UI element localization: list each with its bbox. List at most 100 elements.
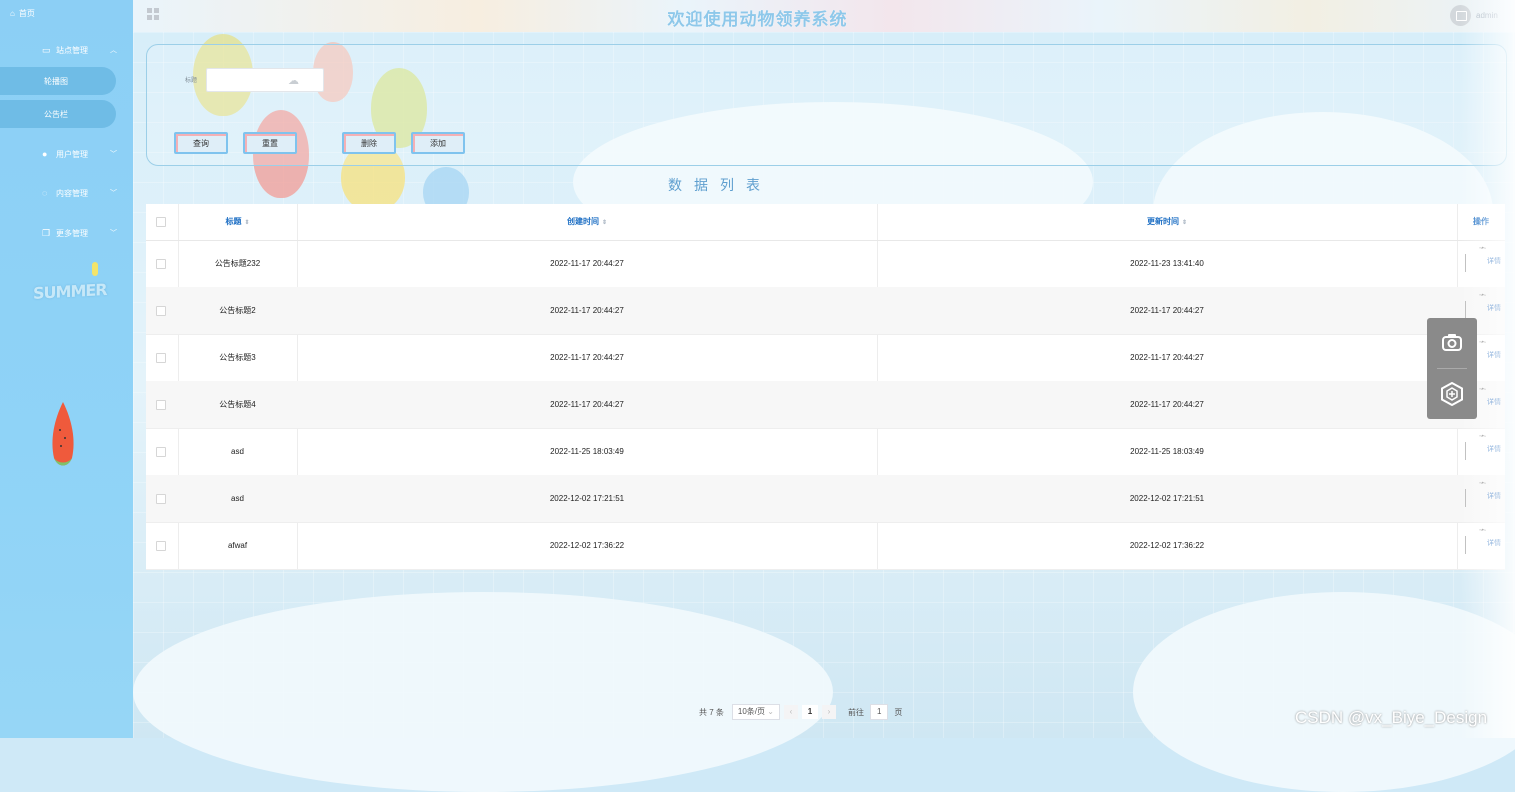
page-size-select[interactable]: 10条/页 ⌄: [731, 704, 780, 720]
row-checkbox[interactable]: [156, 447, 166, 457]
sidebar-subitem-label: 轮播图: [44, 76, 68, 86]
sidebar-item-label: 站点管理: [56, 45, 88, 55]
current-page[interactable]: 1: [801, 705, 818, 719]
cloud-decoration: [133, 592, 833, 792]
row-checkbox[interactable]: [156, 494, 166, 504]
column-label: 创建时间: [566, 217, 599, 226]
cell-updated: 2022-11-17 20:44:27: [1130, 353, 1204, 362]
sort-icon[interactable]: ⇕: [1182, 220, 1187, 226]
sidebar-item-site-management[interactable]: ▭ 站点管理 ︿: [0, 37, 133, 63]
column-label: 更新时间: [1146, 217, 1179, 226]
page-unit-label: 页: [894, 707, 903, 717]
cell-title: 公告标题4: [219, 400, 256, 409]
sidebar-subitem-carousel[interactable]: 轮播图: [0, 67, 116, 95]
sidebar-subitem-notice[interactable]: 公告栏: [0, 100, 116, 128]
sidebar-item-label: 内容管理: [56, 188, 88, 198]
chevron-down-icon: ﹀: [110, 230, 117, 237]
row-checkbox[interactable]: [156, 353, 166, 363]
cell-updated: 2022-12-02 17:36:22: [1129, 541, 1205, 550]
sidebar-item-label: 更多管理: [56, 228, 88, 238]
sidebar-item-label: 用户管理: [56, 149, 88, 159]
prev-page-button[interactable]: ‹: [783, 705, 798, 719]
column-header-title[interactable]: 标题 ⇕: [178, 204, 297, 240]
reset-button[interactable]: 重置: [243, 132, 297, 154]
cell-created: 2022-11-17 20:44:27: [550, 353, 624, 362]
user-icon: ●: [42, 149, 48, 159]
copy-icon: ❐: [42, 227, 51, 238]
page-title: 欢迎使用动物领养系统: [667, 10, 848, 29]
cloud-icon: ☁: [288, 75, 299, 87]
cell-title: asd: [231, 494, 244, 503]
cell-created: 2022-12-02 17:36:22: [549, 541, 625, 550]
cloud-decoration: [1133, 592, 1515, 792]
watermark: CSDN @vx_Biye_Design: [1295, 708, 1488, 727]
goto-label: 前往: [847, 707, 864, 717]
goto-page-input[interactable]: 1: [869, 704, 889, 720]
cell-updated: 2022-11-25 18:03:49: [1130, 447, 1204, 456]
row-checkbox[interactable]: [156, 259, 166, 269]
table-row: 公告标题2 2022-11-17 20:44:27 2022-11-17 20:…: [146, 287, 1505, 335]
column-label: 标题: [225, 217, 242, 226]
table-row: asd 2022-11-25 18:03:49 2022-11-25 18:03…: [146, 428, 1505, 476]
sidebar-item-content-management[interactable]: ◌ 内容管理 ﹀: [0, 180, 133, 206]
sidebar: ⌂ 首页 ▭ 站点管理 ︿ 轮播图 公告栏 ● 用户管理 ﹀ ◌ 内容管理 ﹀ …: [0, 0, 133, 738]
cell-title: afwaf: [227, 541, 248, 550]
chat-icon: ◌: [42, 188, 48, 198]
row-checkbox[interactable]: [156, 400, 166, 410]
cell-title: 公告标题232: [214, 259, 261, 268]
sidebar-item-more-management[interactable]: ❐ 更多管理 ﹀: [0, 220, 133, 246]
cell-updated: 2022-11-17 20:44:27: [1130, 400, 1204, 409]
cell-title: 公告标题2: [219, 306, 256, 315]
table-header: 标题⇕ 创建时间⇕ 更新时间⇕ 操作: [146, 204, 1505, 241]
cell-title: asd: [231, 447, 244, 456]
query-button[interactable]: 查询: [174, 132, 228, 154]
monitor-icon: ▭: [42, 44, 51, 55]
pagination: 共 7 条 10条/页 ⌄ ‹ 1 › 前往 1 页: [699, 704, 902, 720]
column-header-updated[interactable]: 更新时间 ⇕: [877, 204, 1457, 240]
select-all-checkbox[interactable]: [156, 217, 166, 227]
pagination-total: 共 7 条: [699, 707, 724, 717]
chevron-down-icon: ﹀: [110, 190, 117, 197]
list-title: 数据列表: [668, 177, 772, 193]
sort-icon[interactable]: ⇕: [244, 220, 249, 226]
cell-updated: 2022-12-02 17:21:51: [1129, 494, 1205, 503]
chevron-down-icon: ⌄: [767, 707, 774, 716]
add-button[interactable]: 添加: [411, 132, 465, 154]
cell-created: 2022-11-17 20:44:27: [550, 306, 624, 315]
sidebar-item-user-management[interactable]: ● 用户管理 ﹀: [0, 141, 133, 167]
row-checkbox[interactable]: [156, 541, 166, 551]
table-row: afwaf 2022-12-02 17:36:22 2022-12-02 17:…: [146, 522, 1505, 570]
camera-icon: [1442, 334, 1462, 351]
cell-created: 2022-11-17 20:44:27: [550, 259, 624, 268]
screenshot-button[interactable]: [1427, 318, 1477, 368]
floating-toolbar: [1427, 318, 1477, 419]
page-size-value: 10条/页: [737, 707, 766, 716]
sidebar-subitem-label: 公告栏: [44, 109, 68, 119]
cell-created: 2022-11-25 18:03:49: [550, 447, 624, 456]
cell-updated: 2022-11-23 13:41:40: [1130, 259, 1204, 268]
cell-created: 2022-11-17 20:44:27: [550, 400, 624, 409]
hexagon-plus-icon: [1441, 382, 1463, 406]
cell-created: 2022-12-02 17:21:51: [549, 494, 625, 503]
table-row: asd 2022-12-02 17:21:51 2022-12-02 17:21…: [146, 475, 1505, 523]
summer-decoration: SUMMER: [33, 280, 107, 303]
data-table: 标题⇕ 创建时间⇕ 更新时间⇕ 操作 公告标题232 2022-11-17 20…: [146, 204, 1505, 570]
title-search-input[interactable]: ☁: [206, 68, 324, 92]
chevron-down-icon: ﹀: [110, 151, 117, 158]
title-field-label: 标题: [185, 78, 198, 84]
chevron-right-icon[interactable]: ›: [1492, 356, 1499, 379]
decoration-dot: [92, 262, 98, 276]
cell-updated: 2022-11-17 20:44:27: [1130, 306, 1204, 315]
table-row: 公告标题3 2022-11-17 20:44:27 2022-11-17 20:…: [146, 334, 1505, 382]
table-row: 公告标题232 2022-11-17 20:44:27 2022-11-23 1…: [146, 240, 1505, 288]
delete-button[interactable]: 删除: [342, 132, 396, 154]
column-header-created[interactable]: 创建时间 ⇕: [297, 204, 877, 240]
chevron-up-icon: ︿: [110, 47, 117, 54]
watermelon-decoration: [52, 402, 74, 466]
sort-icon[interactable]: ⇕: [602, 220, 607, 226]
row-checkbox[interactable]: [156, 306, 166, 316]
ai-assist-button[interactable]: [1427, 369, 1477, 419]
cell-title: 公告标题3: [219, 353, 256, 362]
next-page-button[interactable]: ›: [821, 705, 836, 719]
table-row: 公告标题4 2022-11-17 20:44:27 2022-11-17 20:…: [146, 381, 1505, 429]
